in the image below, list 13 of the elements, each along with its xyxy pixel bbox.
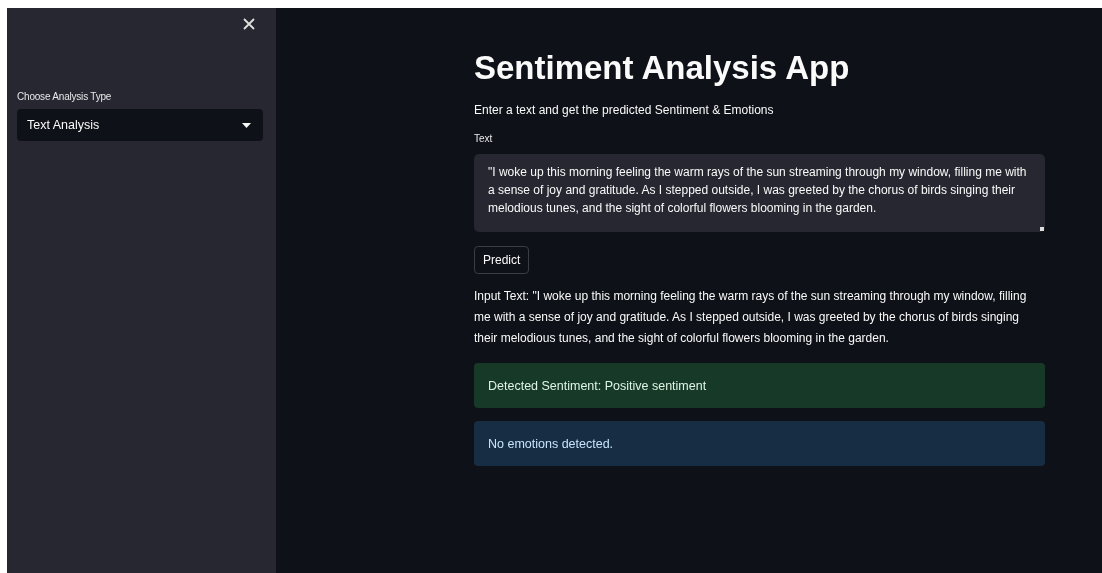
text-area[interactable]: "I woke up this morning feeling the warm rays of the sun streaming through my window, filling me with a sense of joy and gratitude. As I stepped outside, I was greeted by the chorus of birds singing their melodious tunes, and the sight of colorful flowers blooming in the garden. (474, 154, 1045, 232)
subtitle: Enter a text and get the predicted Sentiment & Emotions (474, 103, 775, 117)
page-title: Sentiment Analysis App (474, 48, 851, 88)
info-alert: No emotions detected. (474, 421, 1045, 466)
input-text-output: Input Text: "I woke up this morning feeling the warm rays of the sun streaming through my window, filling me with a sense of joy and gratitude. As I stepped outside, I was greeted by the chorus of birds singing their melodious tunes, and the sight of colorful flowers blooming in the garden. (474, 288, 1028, 347)
close-icon[interactable] (243, 18, 255, 30)
predict-button[interactable]: Predict (474, 246, 530, 274)
analysis-type-select[interactable]: Text Analysis (17, 109, 263, 141)
select-label: Choose Analysis Type (17, 91, 113, 102)
success-alert: Detected Sentiment: Positive sentiment (474, 363, 1045, 408)
resize-handle-icon[interactable] (1040, 227, 1044, 231)
text-area-label: Text (474, 133, 494, 144)
caret-icon (242, 122, 251, 128)
